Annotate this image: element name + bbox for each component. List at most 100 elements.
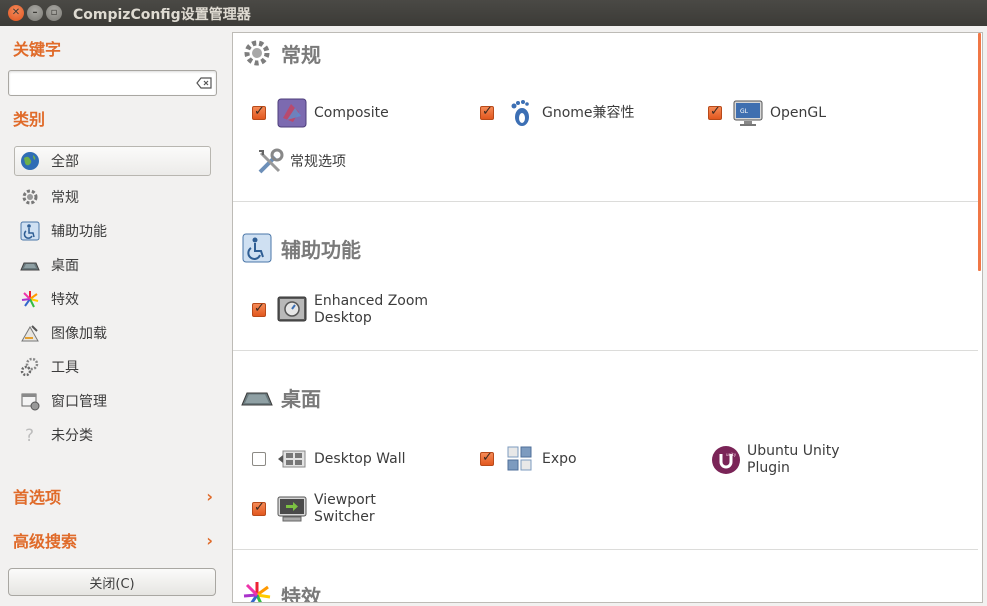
plugin-general-options[interactable]: 常规选项 xyxy=(254,146,346,178)
plugin-desktop-wall[interactable]: Desktop Wall xyxy=(252,443,406,475)
accessibility-icon xyxy=(241,232,273,264)
plugin-label: Expo xyxy=(542,450,577,467)
plugin-label: 常规选项 xyxy=(290,153,346,170)
category-label: 特效 xyxy=(51,292,79,308)
close-window-button[interactable]: ✕ xyxy=(8,5,24,21)
advanced-search-label: 高级搜索 xyxy=(13,532,78,551)
desktop-icon xyxy=(241,381,273,413)
accessibility-icon xyxy=(19,220,41,242)
category-window-management[interactable]: 窗口管理 xyxy=(14,384,211,418)
viewport-switcher-icon xyxy=(276,493,308,525)
plugin-label: Viewport Switcher xyxy=(314,492,376,526)
plugin-checkbox[interactable] xyxy=(252,452,266,466)
globe-icon xyxy=(19,150,41,172)
category-label: 常规 xyxy=(51,190,79,206)
clear-search-icon[interactable] xyxy=(196,77,212,89)
expo-icon xyxy=(504,443,536,475)
gear-icon xyxy=(241,37,273,69)
category-desktop[interactable]: 桌面 xyxy=(14,248,211,282)
minimize-window-button[interactable]: – xyxy=(27,5,43,21)
effects-icon xyxy=(19,288,41,310)
close-button[interactable]: 关闭(C) xyxy=(8,568,216,596)
category-label: 工具 xyxy=(51,360,79,376)
plugin-label: OpenGL xyxy=(770,104,827,121)
chevron-right-icon: › xyxy=(206,486,213,506)
sidebar: 关键字 类别 全部 常规 辅助功能 桌面 特效 图像加载 工具 窗口管理 ? 未… xyxy=(0,26,232,606)
section-divider xyxy=(233,549,978,550)
section-header-desktop: 桌面 xyxy=(241,381,321,413)
gnome-foot-icon xyxy=(504,97,536,129)
section-divider xyxy=(233,350,978,351)
svg-text:unity: unity xyxy=(726,452,737,457)
plugin-enhanced-zoom[interactable]: Enhanced Zoom Desktop xyxy=(252,293,428,327)
plugin-opengl[interactable]: GL OpenGL xyxy=(708,97,826,129)
tools-icon xyxy=(254,146,286,178)
category-label: 桌面 xyxy=(51,258,79,274)
preferences-label: 首选项 xyxy=(13,488,62,507)
category-heading: 类别 xyxy=(13,110,46,129)
category-label: 辅助功能 xyxy=(51,224,107,240)
section-title: 常规 xyxy=(281,42,321,67)
category-label: 未分类 xyxy=(51,428,93,444)
advanced-search-expander[interactable]: 高级搜索 › xyxy=(13,528,213,552)
section-header-accessibility: 辅助功能 xyxy=(241,232,361,264)
scrollbar[interactable] xyxy=(978,33,981,271)
plugin-composite[interactable]: Composite xyxy=(252,97,389,129)
plugin-viewport-switcher[interactable]: Viewport Switcher xyxy=(252,492,376,526)
chevron-right-icon: › xyxy=(206,530,213,550)
keyword-heading: 关键字 xyxy=(13,40,62,59)
window-title: CompizConfig设置管理器 xyxy=(73,7,251,23)
category-general[interactable]: 常规 xyxy=(14,180,211,214)
plugin-checkbox[interactable] xyxy=(480,104,494,120)
category-accessibility[interactable]: 辅助功能 xyxy=(14,214,211,248)
category-label: 全部 xyxy=(51,154,79,170)
plugin-label: Desktop Wall xyxy=(314,450,406,467)
plugin-ubuntu-unity[interactable]: unity Ubuntu Unity Plugin xyxy=(710,443,839,477)
search-input[interactable] xyxy=(8,70,217,96)
plugin-label: Composite xyxy=(314,104,389,121)
svg-text:GL: GL xyxy=(740,108,749,115)
plugin-label-line2: Plugin xyxy=(747,460,790,476)
section-divider xyxy=(233,201,978,202)
plugin-checkbox[interactable] xyxy=(480,450,494,466)
category-all[interactable]: 全部 xyxy=(14,146,211,176)
desktop-icon xyxy=(19,254,41,276)
utility-icon xyxy=(19,356,41,378)
plugin-label-line1: Viewport xyxy=(314,492,376,508)
composite-icon xyxy=(276,97,308,129)
category-label: 窗口管理 xyxy=(51,394,107,410)
maximize-window-button[interactable]: ▫ xyxy=(46,5,62,21)
plugin-label-line2: Desktop xyxy=(314,310,372,326)
category-effects[interactable]: 特效 xyxy=(14,282,211,316)
effects-icon xyxy=(241,579,273,602)
plugin-label-line2: Switcher xyxy=(314,509,375,525)
plugin-gnome-compat[interactable]: Gnome兼容性 xyxy=(480,97,635,129)
window-management-icon xyxy=(19,390,41,412)
section-header-effects: 特效 xyxy=(241,579,321,603)
plugin-checkbox[interactable] xyxy=(252,500,266,516)
category-image-loading[interactable]: 图像加载 xyxy=(14,316,211,350)
plugin-label: Gnome兼容性 xyxy=(542,104,635,121)
opengl-monitor-icon: GL xyxy=(732,97,764,129)
plugin-label: Ubuntu Unity Plugin xyxy=(747,443,839,477)
plugin-label: Enhanced Zoom Desktop xyxy=(314,293,428,327)
unity-icon: unity xyxy=(710,444,742,476)
section-title: 辅助功能 xyxy=(281,237,361,262)
category-label: 图像加载 xyxy=(51,326,107,342)
plugin-label-line1: Enhanced Zoom xyxy=(314,293,429,309)
section-header-general: 常规 xyxy=(241,37,321,69)
image-loading-icon xyxy=(19,322,41,344)
plugin-expo[interactable]: Expo xyxy=(480,443,577,475)
plugin-label-line1: Ubuntu Unity xyxy=(747,443,840,459)
plugin-checkbox[interactable] xyxy=(252,301,266,317)
category-list: 全部 常规 辅助功能 桌面 特效 图像加载 工具 窗口管理 ? 未分类 xyxy=(14,146,211,452)
desktop-wall-icon xyxy=(276,443,308,475)
preferences-expander[interactable]: 首选项 › xyxy=(13,484,213,508)
plugin-checkbox[interactable] xyxy=(708,104,722,120)
svg-text:?: ? xyxy=(25,426,34,445)
gear-icon xyxy=(19,186,41,208)
section-title: 特效 xyxy=(281,584,321,603)
category-uncategorized[interactable]: ? 未分类 xyxy=(14,418,211,452)
plugin-checkbox[interactable] xyxy=(252,104,266,120)
category-utility[interactable]: 工具 xyxy=(14,350,211,384)
